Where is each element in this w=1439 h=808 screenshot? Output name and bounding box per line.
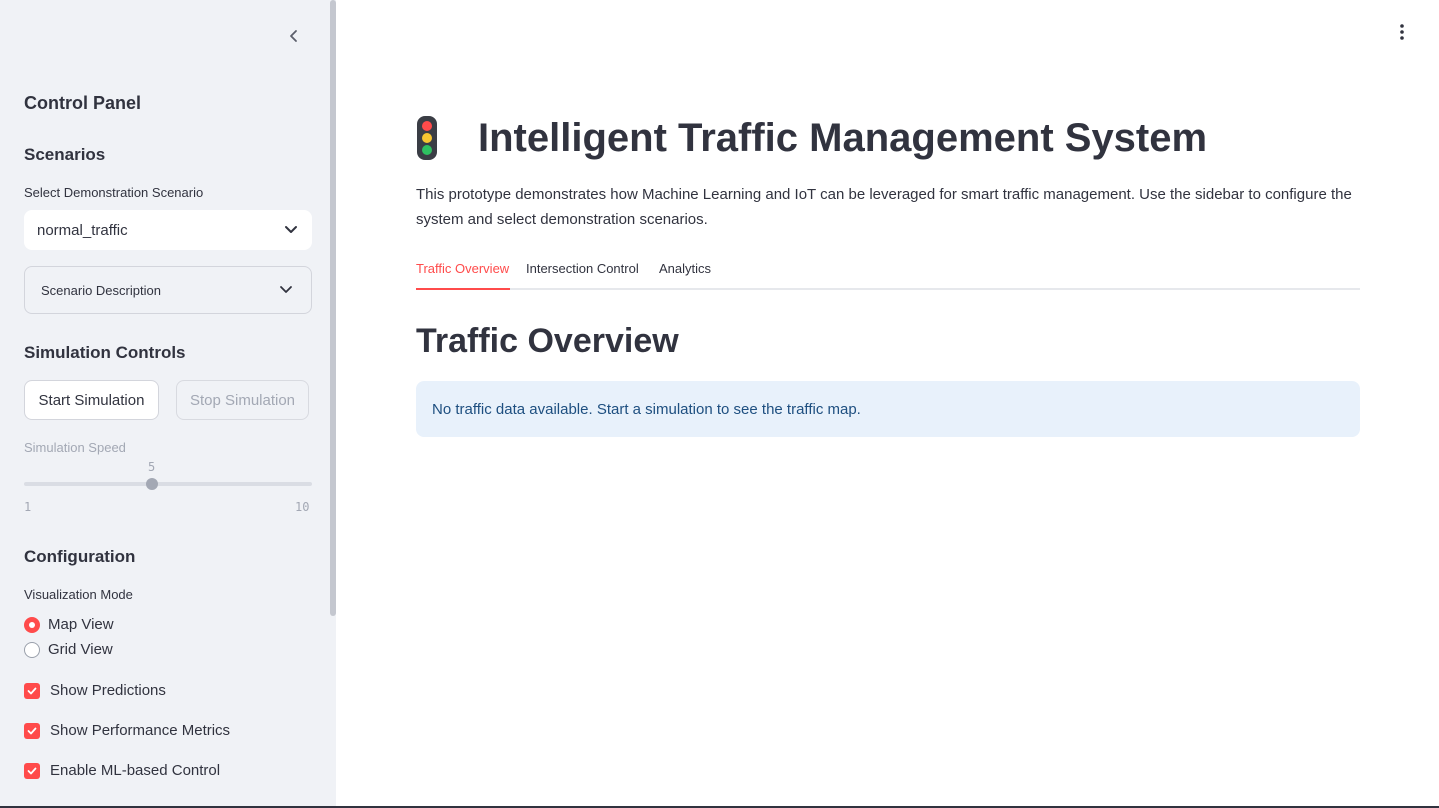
page-description: This prototype demonstrates how Machine …	[416, 186, 1352, 228]
scenario-description-expander[interactable]: Scenario Description	[24, 266, 312, 314]
radio-label: Map View	[48, 616, 114, 633]
speed-slider-thumb[interactable]	[146, 478, 158, 490]
start-simulation-button[interactable]: Start Simulation	[24, 380, 159, 420]
radio-selected-icon	[24, 616, 40, 633]
simulation-speed-label: Simulation Speed	[24, 440, 126, 455]
page-header: Intelligent Traffic Management System	[416, 112, 1207, 164]
stop-simulation-button[interactable]: Stop Simulation	[176, 380, 309, 420]
radio-map-view[interactable]: Map View	[24, 616, 114, 633]
tab-intersection-control[interactable]: Intersection Control	[526, 258, 639, 290]
traffic-light-icon	[417, 116, 437, 160]
configuration-heading: Configuration	[24, 547, 136, 566]
tab-traffic-overview[interactable]: Traffic Overview	[416, 258, 510, 290]
chevron-down-icon	[280, 286, 292, 293]
checkbox-checked-icon	[24, 682, 40, 699]
checkbox-show-performance-metrics[interactable]: Show Performance Metrics	[24, 722, 230, 739]
sidebar-scrollbar[interactable]	[330, 0, 336, 616]
collapse-sidebar-button[interactable]	[284, 26, 304, 46]
checkbox-checked-icon	[24, 722, 40, 739]
checkbox-label: Enable ML-based Control	[50, 762, 221, 779]
checkbox-show-predictions[interactable]: Show Predictions	[24, 682, 166, 699]
section-title: Traffic Overview	[416, 322, 679, 360]
radio-grid-view[interactable]: Grid View	[24, 641, 113, 658]
simulation-controls-heading: Simulation Controls	[24, 343, 186, 362]
slider-min-value: 1	[24, 500, 32, 514]
sidebar-title: Control Panel	[24, 93, 142, 113]
scenario-select-label: Select Demonstration Scenario	[24, 185, 204, 200]
scenario-select-value: normal_traffic	[37, 221, 128, 239]
checkbox-label: Show Predictions	[50, 682, 166, 699]
tab-bar: Traffic Overview Intersection Control An…	[416, 258, 1360, 290]
expander-label: Scenario Description	[41, 282, 161, 298]
radio-unselected-icon	[24, 641, 40, 658]
info-message: No traffic data available. Start a simul…	[432, 400, 861, 418]
more-vertical-icon	[1400, 24, 1404, 40]
speed-slider-track[interactable]	[24, 482, 312, 486]
scenario-select[interactable]: normal_traffic	[24, 210, 312, 250]
visualization-mode-label: Visualization Mode	[24, 587, 133, 602]
radio-label: Grid View	[48, 641, 113, 658]
page-title: Intelligent Traffic Management System	[478, 115, 1208, 160]
tab-analytics[interactable]: Analytics	[659, 258, 711, 290]
info-alert: No traffic data available. Start a simul…	[416, 381, 1360, 437]
chevron-left-icon	[290, 30, 297, 42]
sidebar: Control Panel Scenarios Select Demonstra…	[0, 0, 336, 808]
checkbox-label: Show Performance Metrics	[50, 722, 231, 739]
chevron-down-icon	[285, 226, 297, 233]
main-menu-button[interactable]	[1392, 22, 1412, 42]
scenarios-heading: Scenarios	[24, 145, 106, 164]
checkbox-checked-icon	[24, 762, 40, 779]
checkbox-enable-ml-control[interactable]: Enable ML-based Control	[24, 762, 220, 779]
slider-current-value: 5	[148, 460, 156, 474]
slider-max-value: 10	[295, 500, 310, 514]
